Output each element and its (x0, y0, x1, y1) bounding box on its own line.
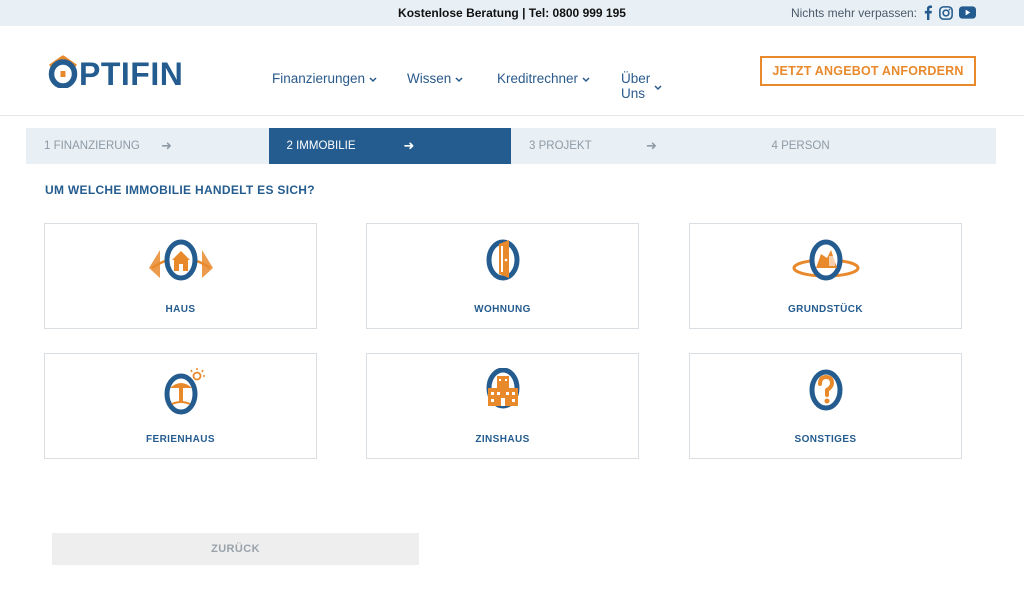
arrow-right-icon: ➜ (403, 138, 415, 153)
logo-mark (48, 55, 78, 89)
option-card-wohnung[interactable]: WOHNUNG (366, 223, 639, 329)
option-card-grundstueck[interactable]: GRUNDSTÜCK (689, 223, 962, 329)
nav-label: Finanzierungen (272, 71, 366, 86)
chevron-down-icon (582, 71, 590, 86)
arrow-right-icon: ➜ (646, 138, 657, 153)
svg-text:PTIFIN: PTIFIN (79, 56, 183, 88)
nav-kreditrechner[interactable]: Kreditrechner (497, 71, 590, 86)
step-label: 3 PROJEKT (529, 140, 592, 152)
step-finanzierung[interactable]: 1 FINANZIERUNG ➜ (26, 128, 269, 164)
option-label: GRUNDSTÜCK (787, 304, 864, 315)
step-label: 2 IMMOBILIE (286, 140, 356, 152)
option-card-ferienhaus[interactable]: FERIENHAUS (44, 353, 317, 459)
instagram-icon[interactable] (939, 5, 953, 20)
request-offer-button[interactable]: JETZT ANGEBOT ANFORDERN (760, 56, 976, 86)
option-card-haus[interactable]: HAUS (44, 223, 317, 329)
youtube-icon[interactable] (959, 6, 976, 19)
holiday-house-icon (45, 368, 316, 416)
back-button[interactable]: ZURÜCK (52, 533, 419, 565)
step-immobilie[interactable]: 2 IMMOBILIE ➜ (268, 128, 511, 164)
social-links: Nichts mehr verpassen: (791, 5, 976, 20)
step-label: 4 PERSON (771, 140, 830, 152)
chevron-down-icon (369, 71, 377, 86)
nav-wissen[interactable]: Wissen (407, 71, 463, 86)
nav-ueber-uns[interactable]: Über Uns (621, 71, 662, 101)
nav-label: Wissen (407, 71, 452, 86)
site-header: PTIFIN Finanzierungen Wissen Kreditrechn… (0, 26, 1024, 116)
step-person[interactable]: 4 PERSON (754, 128, 997, 164)
apartment-door-icon (367, 238, 638, 282)
optifin-logo[interactable]: PTIFIN (48, 54, 204, 93)
chevron-down-icon (654, 79, 662, 94)
option-card-sonstiges[interactable]: SONSTIGES (689, 353, 962, 459)
option-label: FERIENHAUS (145, 434, 215, 445)
step-label: 1 FINANZIERUNG (44, 140, 140, 152)
land-plot-icon (690, 238, 961, 282)
question-mark-icon (690, 368, 961, 412)
rental-building-icon (367, 368, 638, 412)
social-label: Nichts mehr verpassen: (790, 5, 917, 20)
nav-label: Kreditrechner (497, 71, 579, 86)
option-label: SONSTIGES (794, 434, 857, 445)
nav-label: Über Uns (621, 71, 651, 101)
question-heading: UM WELCHE IMMOBILIE HANDELT ES SICH? (45, 183, 315, 197)
option-label: HAUS (165, 304, 196, 315)
progress-steps: 1 FINANZIERUNG ➜ 2 IMMOBILIE ➜ 3 PROJEKT… (26, 128, 996, 164)
nav-finanzierungen[interactable]: Finanzierungen (272, 71, 377, 86)
top-bar: Kostenlose Beratung | Tel: 0800 999 195 … (0, 0, 1024, 26)
house-icon (45, 238, 316, 282)
step-projekt[interactable]: 3 PROJEKT ➜ (511, 128, 754, 164)
chevron-down-icon (455, 71, 463, 86)
facebook-icon[interactable] (923, 5, 933, 20)
option-label: ZINSHAUS (475, 434, 530, 445)
option-label: WOHNUNG (474, 304, 531, 315)
option-card-zinshaus[interactable]: ZINSHAUS (366, 353, 639, 459)
arrow-right-icon: ➜ (161, 138, 172, 153)
